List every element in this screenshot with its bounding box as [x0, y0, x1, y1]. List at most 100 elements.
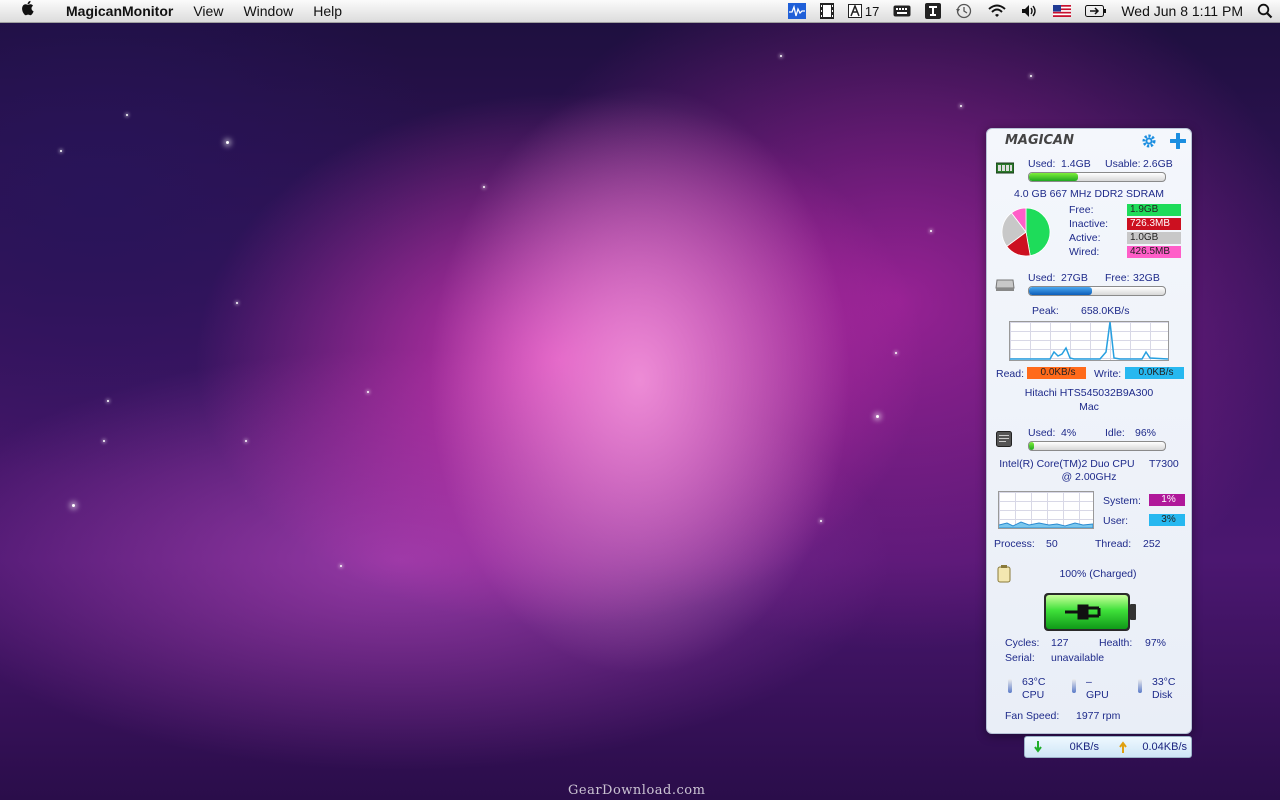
cpu-usage-bar — [1028, 441, 1166, 451]
memory-chip-icon — [995, 161, 1015, 178]
gpu-thermometer-icon — [1072, 679, 1076, 693]
app-menu[interactable]: MagicanMonitor — [56, 0, 183, 22]
battery-health-label: Health: — [1099, 637, 1133, 649]
apple-menu-icon[interactable] — [0, 0, 56, 22]
memory-usable-label: Usable: — [1105, 158, 1141, 170]
fan-speed-value: 1977 rpm — [1076, 710, 1121, 722]
cpu-system-value: 1% — [1149, 494, 1185, 506]
status-menus: 17 Wed Jun 8 1:11 PM — [781, 0, 1280, 22]
disk-read-value: 0.0KB/s — [1027, 367, 1086, 379]
clock[interactable]: Wed Jun 8 1:11 PM — [1121, 0, 1243, 22]
hard-drive-icon — [995, 278, 1015, 295]
keyboard-icon[interactable] — [893, 0, 911, 22]
star — [236, 302, 238, 304]
cpu-thermometer-icon — [1008, 679, 1012, 693]
memory-breakdown-value: 1.0GB — [1127, 232, 1181, 244]
memory-breakdown-label: Active: — [1069, 232, 1101, 244]
disk-used-label: Used: — [1028, 272, 1056, 284]
memory-used-value: 1.4GB — [1061, 158, 1091, 170]
magican-monitor-widget[interactable]: MAGICAN Used: 1.4GB Usable: 2.6GB 4.0 GB… — [986, 128, 1192, 734]
battery-level-icon — [1044, 593, 1136, 631]
star — [126, 114, 128, 116]
disk-write-label: Write: — [1094, 368, 1122, 380]
add-plus-icon[interactable] — [1169, 132, 1187, 152]
cpu-history-graph — [998, 491, 1094, 529]
cpu-system-label: System: — [1103, 495, 1141, 507]
star — [780, 55, 782, 57]
memory-breakdown-value: 426.5MB — [1127, 246, 1181, 258]
process-value: 50 — [1046, 538, 1058, 550]
upload-arrow-icon — [1119, 741, 1127, 753]
cpu-user-label: User: — [1103, 515, 1129, 527]
cpu-model-line2: @ 2.00GHz — [1061, 471, 1117, 483]
settings-gear-icon[interactable] — [1141, 133, 1157, 152]
wifi-icon[interactable] — [987, 0, 1007, 22]
menu-help[interactable]: Help — [303, 0, 352, 22]
cpu-user-value: 3% — [1149, 514, 1185, 526]
star — [226, 141, 229, 144]
star — [367, 391, 369, 393]
spotlight-icon[interactable] — [1257, 0, 1273, 22]
disk-thermometer-icon — [1138, 679, 1142, 693]
disk-free-label: Free: — [1105, 272, 1130, 284]
calendar-count: 17 — [864, 3, 880, 19]
cpu-usage-fill — [1029, 442, 1035, 450]
upload-speed: 0.04KB/s — [1142, 741, 1187, 753]
gpu-temp-label: GPU — [1086, 689, 1109, 701]
adobe-calendar-icon[interactable]: 17 — [847, 0, 880, 22]
menu-view[interactable]: View — [183, 0, 233, 22]
star — [245, 440, 247, 442]
tools-icon[interactable] — [925, 0, 942, 22]
cpu-chip-icon — [996, 431, 1012, 450]
pie-slice — [1025, 207, 1051, 257]
volume-icon[interactable] — [1021, 0, 1039, 22]
star — [895, 352, 897, 354]
disk-write-value: 0.0KB/s — [1125, 367, 1184, 379]
cpu-used-label: Used: — [1028, 427, 1056, 439]
battery-serial-value: unavailable — [1051, 652, 1105, 664]
cpu-idle-value: 96% — [1135, 427, 1157, 439]
battery-cycles-label: Cycles: — [1005, 637, 1040, 649]
cpu-temp-value: 63°C — [1022, 676, 1046, 688]
memory-used-label: Used: — [1028, 158, 1056, 170]
cpu-used-value: 4% — [1061, 427, 1077, 439]
cpu-temp-label: CPU — [1022, 689, 1045, 701]
battery-health-value: 97% — [1145, 637, 1167, 649]
activity-monitor-icon[interactable] — [787, 0, 806, 22]
disk-usage-fill — [1029, 287, 1092, 295]
memory-breakdown-value: 726.3MB — [1127, 218, 1181, 230]
menu-bar: MagicanMonitor View Window Help 17 Wed J… — [0, 0, 1280, 23]
ram-info: 4.0 GB 667 MHz DDR2 SDRAM — [1014, 188, 1164, 200]
download-arrow-icon — [1034, 741, 1042, 753]
battery-status-icon[interactable] — [1085, 0, 1107, 22]
star — [103, 440, 105, 442]
memory-usage-fill — [1029, 173, 1078, 181]
us-flag-icon[interactable] — [1053, 0, 1072, 22]
star — [107, 400, 109, 402]
thread-label: Thread: — [1095, 538, 1132, 550]
disk-model: Hitachi HTS545032B9A300 — [1024, 387, 1154, 399]
download-speed: 0KB/s — [1069, 741, 1099, 753]
star — [483, 186, 485, 188]
memory-usable-value: 2.6GB — [1143, 158, 1173, 170]
disk-temp-label: Disk — [1152, 689, 1173, 701]
disk-host: Mac — [1079, 401, 1099, 413]
star — [340, 565, 342, 567]
disk-used-value: 27GB — [1061, 272, 1088, 284]
star — [1030, 75, 1032, 77]
gpu-temp-value: – — [1086, 676, 1092, 688]
memory-pie-chart — [1001, 207, 1051, 257]
disk-peak-value: 658.0KB/s — [1081, 305, 1130, 317]
menu-window[interactable]: Window — [233, 0, 303, 22]
star — [930, 230, 932, 232]
film-strip-icon[interactable] — [819, 0, 834, 22]
disk-peak-label: Peak: — [1032, 305, 1059, 317]
time-machine-icon[interactable] — [955, 0, 973, 22]
network-speed-bar[interactable]: 0KB/s 0.04KB/s — [1024, 736, 1192, 758]
disk-temp-value: 33°C — [1152, 676, 1176, 688]
memory-breakdown-label: Free: — [1069, 204, 1094, 216]
memory-breakdown-label: Inactive: — [1069, 218, 1109, 230]
battery-status: 100% (Charged) — [1059, 568, 1137, 580]
memory-breakdown-label: Wired: — [1069, 246, 1100, 258]
magican-logo: MAGICAN — [1005, 133, 1074, 148]
